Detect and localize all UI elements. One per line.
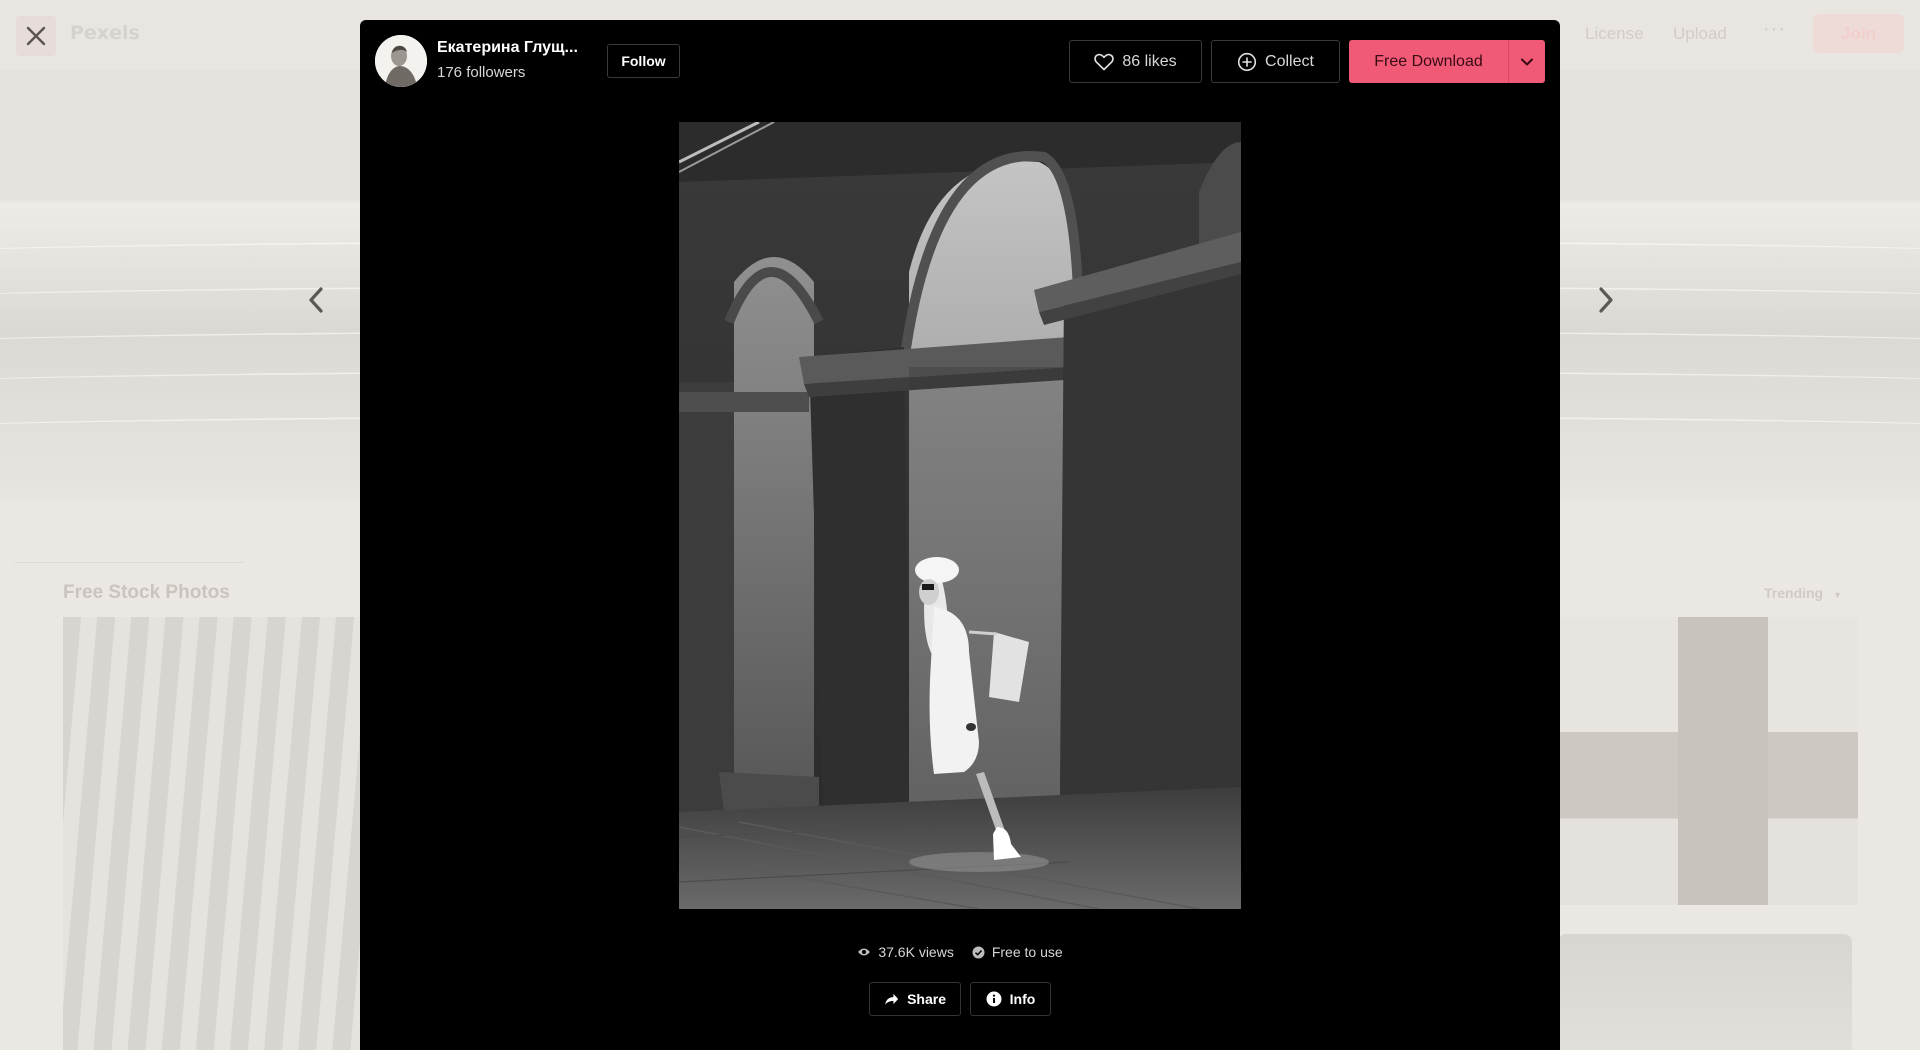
nav-license-link: License xyxy=(1585,24,1644,43)
follow-button[interactable]: Follow xyxy=(607,44,680,78)
check-circle-icon xyxy=(972,946,985,958)
section-title: Free Stock Photos xyxy=(63,582,230,603)
main-photo[interactable] xyxy=(679,122,1241,909)
like-button[interactable]: 86 likes xyxy=(1069,40,1202,83)
previous-photo-button[interactable] xyxy=(296,280,336,320)
info-button[interactable]: Info xyxy=(970,982,1051,1016)
license-label: Free to use xyxy=(991,944,1063,960)
photo-modal: Екатерина Глущ... 176 followers Follow 8… xyxy=(360,20,1560,1050)
nav-more-icon: ··· xyxy=(1763,18,1786,40)
sort-dropdown: Trending ▼ xyxy=(1764,585,1842,601)
share-arrow-icon xyxy=(884,993,899,1005)
eye-icon xyxy=(858,948,871,956)
info-icon xyxy=(986,991,1002,1007)
free-download-button[interactable]: Free Download xyxy=(1349,40,1508,83)
share-button[interactable]: Share xyxy=(869,982,961,1016)
heart-icon xyxy=(1094,53,1115,70)
chevron-left-icon xyxy=(309,287,323,313)
author-avatar[interactable] xyxy=(375,35,427,87)
nav-upload-link: Upload xyxy=(1673,24,1727,43)
join-button: Join xyxy=(1813,14,1904,53)
sort-label: Trending xyxy=(1764,585,1824,601)
chevron-right-icon xyxy=(1599,287,1613,313)
plus-circle-icon xyxy=(1237,52,1257,71)
collect-label: Collect xyxy=(1265,52,1314,70)
share-label: Share xyxy=(907,991,946,1007)
views-stat: 37.6K views xyxy=(857,944,954,960)
info-label: Info xyxy=(1009,991,1036,1007)
grid-photo xyxy=(1558,934,1852,1050)
photo-actions: Share Info xyxy=(360,982,1560,1016)
grid-photo xyxy=(1558,617,1858,905)
download-options-button[interactable] xyxy=(1508,40,1545,83)
modal-header: Екатерина Глущ... 176 followers Follow 8… xyxy=(360,20,1560,104)
avatar-image xyxy=(375,35,427,87)
likes-count: 86 likes xyxy=(1122,52,1177,70)
collect-button[interactable]: Collect xyxy=(1211,40,1340,83)
author-followers: 176 followers xyxy=(437,64,526,81)
caret-down-icon: ▼ xyxy=(1833,590,1843,600)
author-name[interactable]: Екатерина Глущ... xyxy=(437,39,587,57)
close-button[interactable] xyxy=(16,16,56,56)
license-stat[interactable]: Free to use xyxy=(972,944,1063,960)
close-icon xyxy=(26,26,46,46)
pexels-logo: Pexels xyxy=(70,22,140,44)
photo-image xyxy=(679,122,1241,909)
next-photo-button[interactable] xyxy=(1586,280,1626,320)
grid-photo xyxy=(63,617,363,1050)
views-count: 37.6K views xyxy=(878,944,954,960)
photo-meta: 37.6K views Free to use xyxy=(360,940,1560,964)
chevron-down-icon xyxy=(1521,58,1533,65)
section-divider xyxy=(14,562,244,563)
